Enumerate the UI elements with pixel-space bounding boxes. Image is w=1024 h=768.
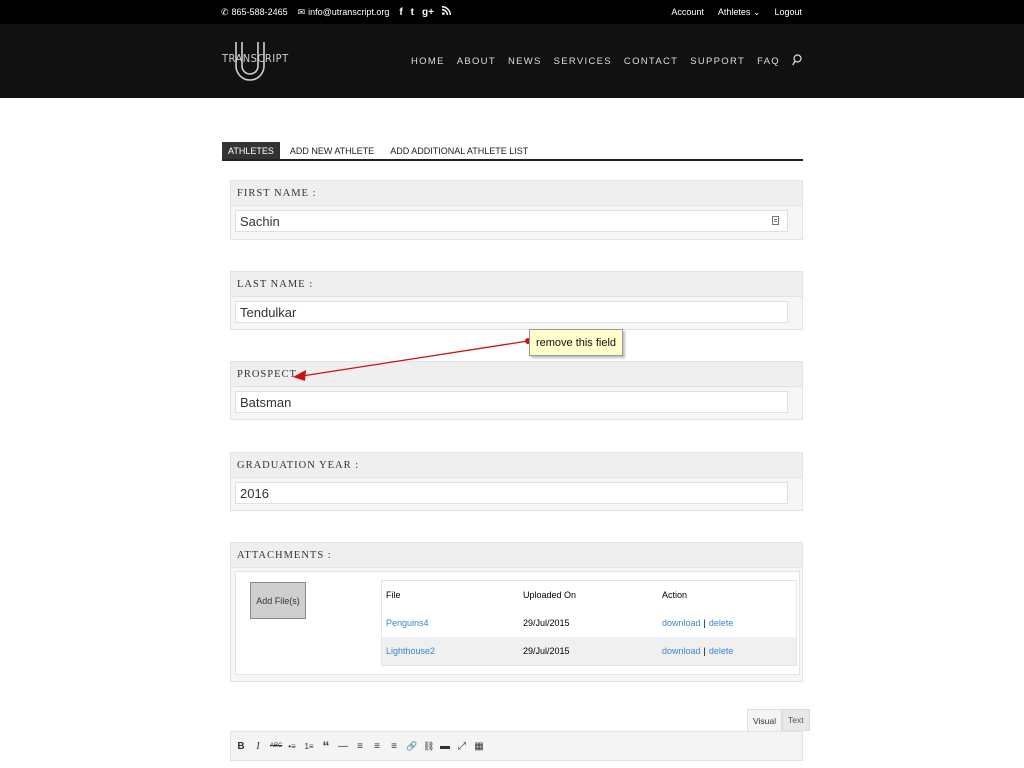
- bullet-list-button[interactable]: •≡: [287, 742, 297, 751]
- athletes-menu[interactable]: Athletes ⌄: [718, 7, 761, 18]
- nav-support[interactable]: SUPPORT: [690, 56, 745, 67]
- column-header-uploaded-on: Uploaded On: [523, 590, 577, 600]
- nav-news[interactable]: NEWS: [508, 56, 542, 67]
- download-link[interactable]: download: [662, 646, 701, 656]
- nav-faq[interactable]: FAQ: [757, 56, 780, 67]
- top-bar-links: Account Athletes ⌄ Logout: [671, 0, 802, 24]
- file-link[interactable]: Lighthouse2: [386, 637, 435, 665]
- top-bar-contact: ✆ 865-588-2465 ✉ info@utranscript.org f …: [221, 0, 459, 24]
- row-actions: download | delete: [662, 637, 733, 665]
- prospect-label: PROSPECT :: [231, 362, 802, 387]
- table-header-row: File Uploaded On Action: [382, 581, 796, 609]
- read-more-button[interactable]: ▬: [440, 741, 450, 752]
- phone-number: 865-588-2465: [231, 7, 288, 17]
- rss-icon[interactable]: [441, 6, 451, 18]
- download-link[interactable]: download: [662, 618, 701, 628]
- site-logo[interactable]: TRANSCRIPT: [222, 40, 288, 84]
- search-icon[interactable]: [792, 53, 802, 69]
- toolbar-toggle-icon[interactable]: ▦: [474, 741, 484, 752]
- last-name-field[interactable]: Tendulkar: [235, 301, 788, 323]
- align-center-button[interactable]: ≡: [372, 741, 382, 752]
- align-right-button[interactable]: ≡: [389, 741, 399, 752]
- mail-icon: ✉: [297, 6, 306, 17]
- logout-link[interactable]: Logout: [774, 7, 802, 17]
- tab-add-additional-athlete-list[interactable]: ADD ADDITIONAL ATHLETE LIST: [384, 142, 534, 159]
- facebook-icon[interactable]: f: [399, 7, 402, 18]
- horizontal-line-button[interactable]: —: [338, 741, 348, 752]
- first-name-label: FIRST NAME :: [231, 181, 802, 206]
- athlete-tabs: ATHLETES ADD NEW ATHLETE ADD ADDITIONAL …: [222, 142, 803, 161]
- row-actions: download | delete: [662, 609, 733, 637]
- table-row: Lighthouse2 29/Jul/2015 download | delet…: [382, 637, 796, 665]
- add-files-button[interactable]: Add File(s): [250, 582, 306, 619]
- numbered-list-button[interactable]: 1≡: [304, 742, 314, 751]
- phone-icon: ✆: [221, 6, 229, 17]
- graduation-year-panel: GRADUATION YEAR : 2016: [230, 452, 803, 511]
- italic-button[interactable]: I: [253, 741, 263, 752]
- phone-contact[interactable]: ✆ 865-588-2465: [221, 7, 288, 18]
- nav-about[interactable]: ABOUT: [457, 56, 496, 67]
- annotation-callout: remove this field: [529, 329, 623, 356]
- prospect-value: Batsman: [240, 394, 292, 410]
- table-row: Penguins4 29/Jul/2015 download | delete: [382, 609, 796, 637]
- attachments-label: ATTACHMENTS :: [231, 543, 802, 568]
- graduation-year-field[interactable]: 2016: [235, 482, 788, 504]
- strikethrough-button[interactable]: ABC: [270, 743, 282, 749]
- nav-services[interactable]: SERVICES: [554, 56, 612, 67]
- logo-text: TRANSCRIPT: [222, 52, 289, 65]
- action-separator: |: [703, 646, 706, 656]
- last-name-panel: LAST NAME : Tendulkar: [230, 271, 803, 330]
- upload-date: 29/Jul/2015: [523, 618, 570, 628]
- chevron-down-icon: ⌄: [752, 6, 761, 17]
- attachments-body: Add File(s) File Uploaded On Action Peng…: [235, 571, 800, 675]
- tab-text[interactable]: Text: [782, 709, 810, 731]
- first-name-value: Sachin: [240, 213, 280, 229]
- bold-button[interactable]: B: [236, 741, 246, 752]
- last-name-value: Tendulkar: [240, 304, 297, 320]
- twitter-icon[interactable]: t: [411, 7, 414, 18]
- first-name-panel: FIRST NAME : Sachin: [230, 180, 803, 240]
- main-nav: HOME ABOUT NEWS SERVICES CONTACT SUPPORT…: [411, 24, 802, 98]
- first-name-field[interactable]: Sachin: [235, 210, 788, 232]
- link-icon[interactable]: 🔗: [406, 741, 417, 752]
- last-name-label: LAST NAME :: [231, 272, 802, 297]
- attachments-panel: ATTACHMENTS : Add File(s) File Uploaded …: [230, 542, 803, 682]
- delete-link[interactable]: delete: [709, 646, 734, 656]
- unlink-icon[interactable]: ⛓: [423, 741, 434, 752]
- attachments-table: File Uploaded On Action Penguins4 29/Jul…: [381, 580, 797, 666]
- autofill-icon[interactable]: [772, 216, 779, 225]
- delete-link[interactable]: delete: [709, 618, 734, 628]
- google-plus-icon[interactable]: g+: [422, 7, 434, 18]
- editor-mode-tabs: Visual Text: [747, 709, 810, 731]
- blockquote-button[interactable]: “: [321, 738, 331, 754]
- editor-toolbar: B I ABC •≡ 1≡ “ — ≡ ≡ ≡ 🔗 ⛓ ▬ ⤢ ▦: [230, 731, 803, 761]
- align-left-button[interactable]: ≡: [355, 741, 365, 752]
- account-link[interactable]: Account: [671, 7, 704, 17]
- tab-visual[interactable]: Visual: [747, 709, 782, 731]
- email-contact[interactable]: ✉ info@utranscript.org: [298, 7, 390, 18]
- nav-contact[interactable]: CONTACT: [624, 56, 678, 67]
- fullscreen-icon[interactable]: ⤢: [457, 741, 467, 752]
- upload-date: 29/Jul/2015: [523, 646, 570, 656]
- prospect-panel: PROSPECT : Batsman: [230, 361, 803, 420]
- email-address: info@utranscript.org: [308, 7, 390, 17]
- athletes-menu-label: Athletes: [717, 6, 751, 17]
- graduation-year-value: 2016: [240, 485, 269, 501]
- top-bar: ✆ 865-588-2465 ✉ info@utranscript.org f …: [0, 0, 1024, 24]
- tab-athletes[interactable]: ATHLETES: [222, 142, 280, 159]
- nav-home[interactable]: HOME: [411, 56, 445, 67]
- prospect-field[interactable]: Batsman: [235, 391, 788, 413]
- file-link[interactable]: Penguins4: [386, 609, 429, 637]
- column-header-action: Action: [662, 590, 688, 600]
- graduation-year-label: GRADUATION YEAR :: [231, 453, 802, 478]
- tab-add-new-athlete[interactable]: ADD NEW ATHLETE: [284, 142, 380, 159]
- action-separator: |: [703, 618, 706, 628]
- column-header-file: File: [386, 590, 401, 600]
